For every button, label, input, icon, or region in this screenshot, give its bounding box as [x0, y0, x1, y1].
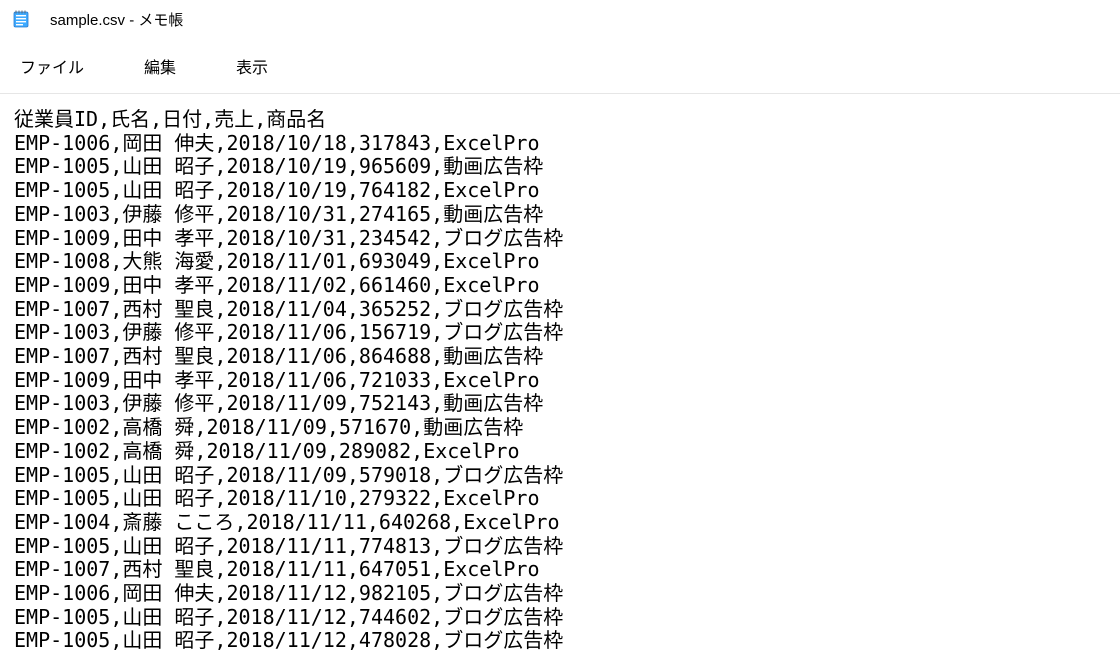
- text-editor-area[interactable]: 従業員ID,氏名,日付,売上,商品名 EMP-1006,岡田 伸夫,2018/1…: [0, 94, 1120, 653]
- titlebar: sample.csv - メモ帳: [0, 0, 1120, 38]
- menubar: ファイル 編集 表示: [0, 38, 1120, 94]
- menu-file[interactable]: ファイル: [6, 48, 98, 84]
- menu-edit[interactable]: 編集: [130, 48, 190, 84]
- notepad-icon: [12, 10, 30, 28]
- menu-view[interactable]: 表示: [222, 48, 282, 84]
- window-title: sample.csv - メモ帳: [50, 9, 183, 30]
